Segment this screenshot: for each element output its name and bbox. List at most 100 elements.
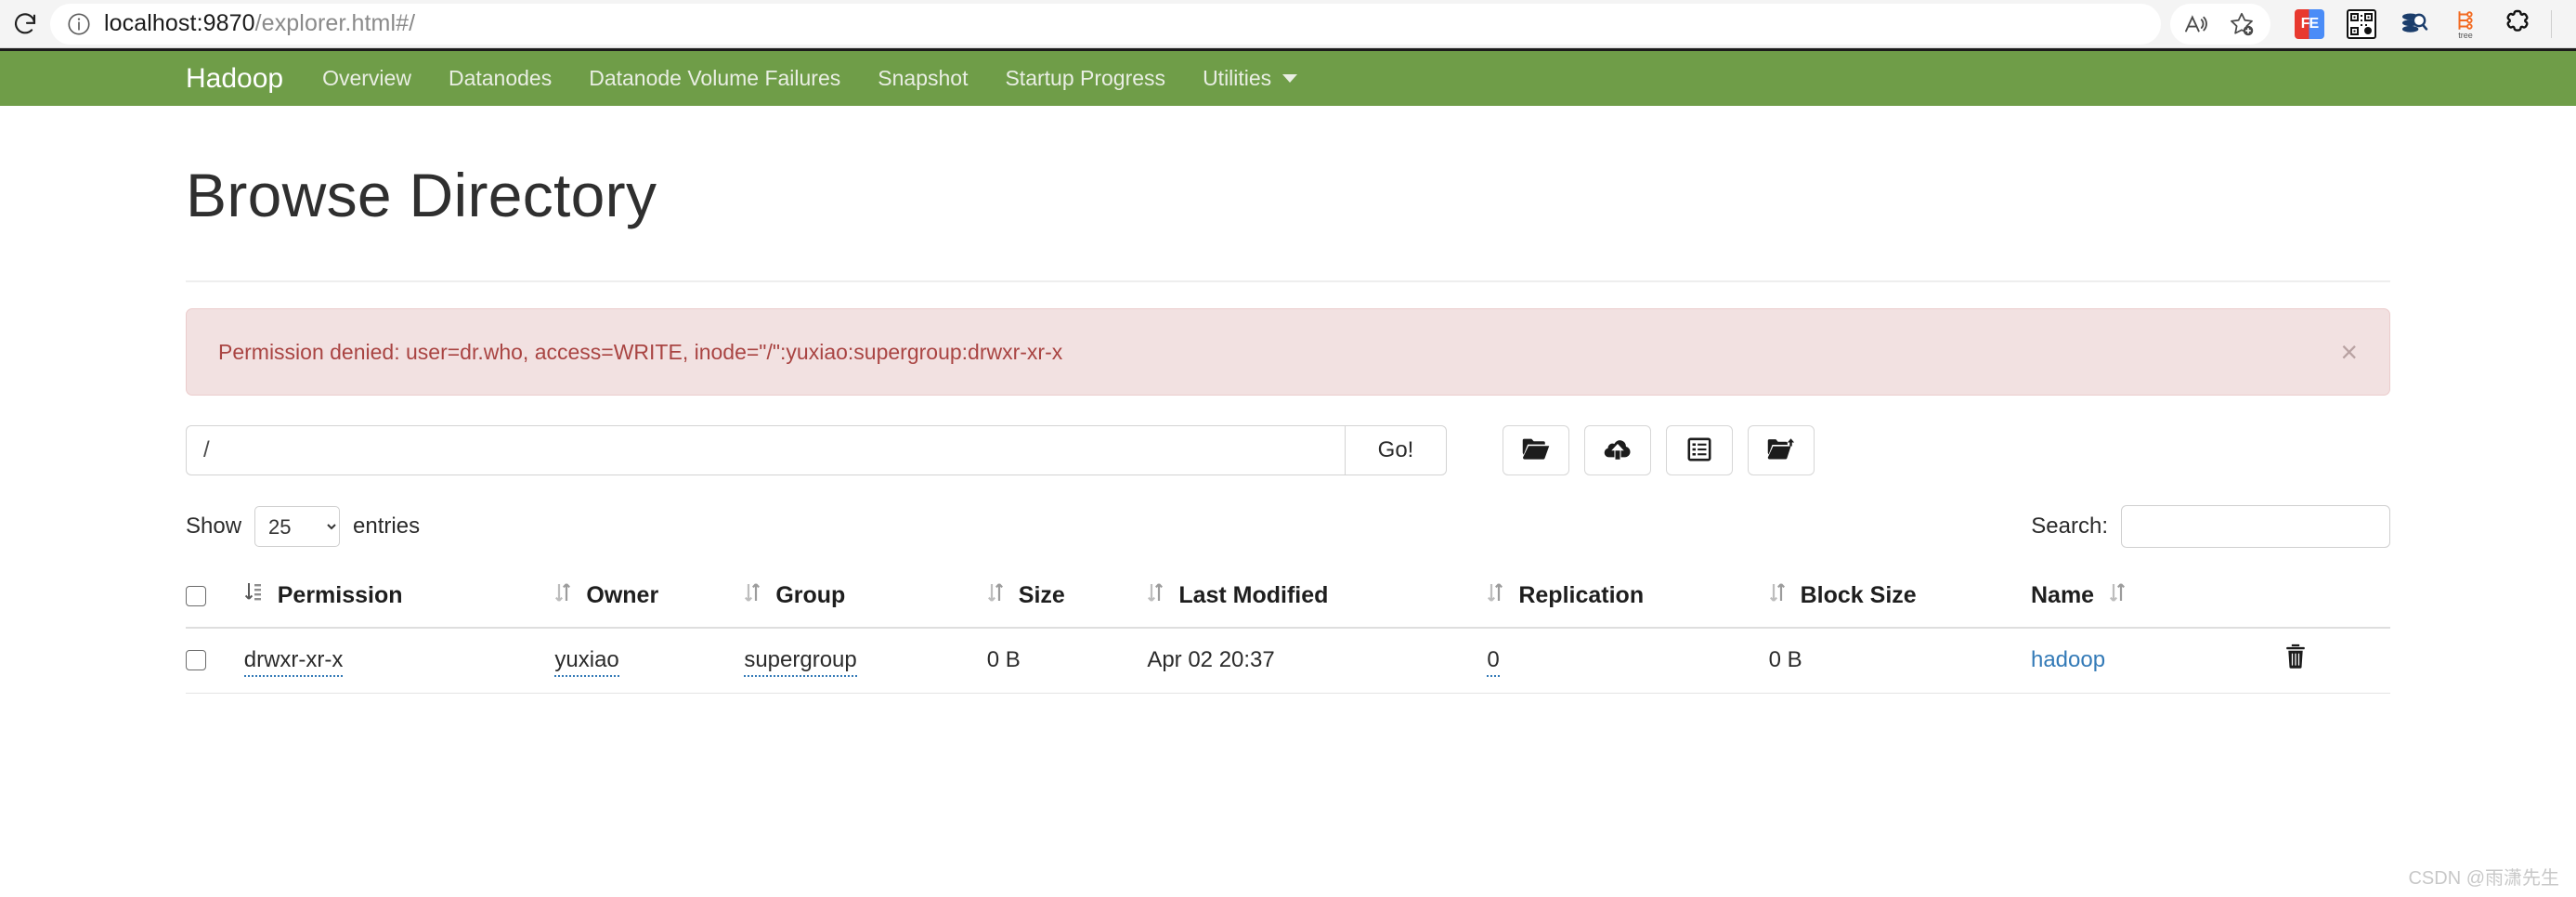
nav-item-startup-progress[interactable]: Startup Progress [1005, 66, 1165, 91]
show-entries-control: Show 2550100 entries [186, 506, 420, 547]
site-info-icon[interactable] [65, 10, 93, 38]
permission-link[interactable]: drwxr-xr-x [243, 646, 344, 677]
cell-select[interactable] [186, 628, 244, 694]
path-bar-row: Go! [186, 425, 2390, 475]
sort-amount-desc-icon [244, 581, 263, 610]
cloud-upload-icon [1604, 437, 1632, 464]
sort-icon [1487, 581, 1503, 610]
row-checkbox[interactable] [186, 650, 206, 671]
th-owner[interactable]: Owner [554, 568, 745, 629]
sort-icon [1769, 581, 1786, 610]
cloud-upload-button[interactable] [1584, 425, 1651, 475]
th-name[interactable]: Name [2030, 568, 2283, 629]
cell-name: hadoop [2030, 628, 2283, 694]
address-bar[interactable]: localhost:9870/explorer.html#/ [50, 3, 2161, 45]
th-group-label: Group [775, 582, 846, 608]
add-favorite-icon[interactable] [2218, 4, 2265, 45]
sort-icon [2109, 581, 2126, 610]
nav-item-datanodes[interactable]: Datanodes [449, 66, 552, 91]
table-row: drwxr-xr-x yuxiao supergroup 0 B Apr 02 … [186, 628, 2390, 694]
browser-toolbar: localhost:9870/explorer.html#/ FE tree [0, 0, 2576, 48]
cell-permission: drwxr-xr-x [243, 628, 555, 694]
delete-row-button[interactable] [2283, 644, 2308, 672]
search-label: Search: [2031, 514, 2108, 539]
page-title: Browse Directory [186, 161, 657, 229]
sort-icon [744, 581, 761, 610]
cell-delete [2283, 628, 2390, 694]
open-folder-button[interactable] [1503, 425, 1569, 475]
cell-group: supergroup [744, 628, 987, 694]
main-container: Browse Directory Permission denied: user… [186, 160, 2390, 694]
sort-icon [1147, 581, 1164, 610]
nav-item-utilities[interactable]: Utilities [1203, 66, 1298, 91]
tree-extension-icon[interactable]: tree [2441, 4, 2490, 45]
show-label: Show [186, 514, 242, 539]
th-last-modified-label: Last Modified [1178, 582, 1329, 608]
th-block-size[interactable]: Block Size [1768, 568, 2031, 629]
close-icon[interactable]: × [2318, 337, 2358, 367]
cell-size: 0 B [986, 628, 1148, 694]
path-input[interactable] [186, 425, 1345, 475]
cell-owner: yuxiao [554, 628, 745, 694]
replication-link[interactable]: 0 [1487, 646, 1500, 677]
th-block-size-label: Block Size [1800, 582, 1917, 608]
th-permission[interactable]: Permission [243, 568, 555, 629]
search-control: Search: [2031, 505, 2390, 548]
fe-helper-extension-icon[interactable]: FE [2285, 4, 2334, 45]
th-actions [2283, 568, 2390, 629]
directory-table: Permission Owner Group Size Last Modifie… [186, 568, 2390, 694]
toolbar-divider [2551, 9, 2552, 38]
permission-denied-alert: Permission denied: user=dr.who, access=W… [186, 308, 2390, 396]
chevron-down-icon [1282, 74, 1298, 83]
url-host: localhost:9870 [104, 10, 255, 36]
qr-code-glyph [2347, 8, 2376, 39]
qr-code-extension-icon[interactable] [2337, 4, 2386, 45]
url-path: /explorer.html#/ [254, 10, 416, 36]
read-aloud-icon[interactable] [2172, 4, 2218, 45]
title-divider [186, 280, 2390, 282]
file-name-link[interactable]: hadoop [2031, 647, 2105, 672]
cell-block-size: 0 B [1768, 628, 2031, 694]
open-folder-icon [1522, 437, 1550, 464]
entries-label: entries [353, 514, 421, 539]
cell-last-modified: Apr 02 20:37 [1147, 628, 1488, 694]
sort-icon [554, 581, 571, 610]
nav-item-overview[interactable]: Overview [322, 66, 411, 91]
th-size-label: Size [1018, 582, 1065, 608]
url-text: localhost:9870/explorer.html#/ [104, 10, 415, 37]
nav-item-snapshot[interactable]: Snapshot [878, 66, 968, 91]
folder-upload-icon [1767, 437, 1795, 464]
brand-hadoop[interactable]: Hadoop [186, 63, 283, 95]
folder-upload-button[interactable] [1748, 425, 1815, 475]
th-replication[interactable]: Replication [1487, 568, 1769, 629]
tree-extension-label: tree [2458, 30, 2473, 40]
group-link[interactable]: supergroup [744, 646, 857, 677]
search-extension-icon[interactable] [2389, 4, 2438, 45]
th-select-all[interactable] [186, 568, 244, 629]
cell-replication: 0 [1487, 628, 1769, 694]
th-last-modified[interactable]: Last Modified [1147, 568, 1488, 629]
th-size[interactable]: Size [986, 568, 1148, 629]
select-all-checkbox[interactable] [186, 586, 206, 607]
watermark: CSDN @雨潇先生 [2408, 868, 2559, 889]
puzzle-extensions-icon[interactable] [2493, 4, 2542, 45]
search-input[interactable] [2121, 505, 2390, 548]
browser-actions: FE tree [2170, 0, 2559, 48]
th-replication-label: Replication [1518, 582, 1645, 608]
go-button[interactable]: Go! [1345, 425, 1447, 475]
reload-icon[interactable] [0, 0, 50, 48]
th-name-label: Name [2030, 582, 2095, 608]
owner-link[interactable]: yuxiao [554, 646, 619, 677]
sort-icon [987, 581, 1004, 610]
table-controls: Show 2550100 entries Search: [186, 505, 2390, 548]
clipboard-list-button[interactable] [1666, 425, 1733, 475]
entries-select[interactable]: 2550100 [254, 506, 341, 547]
th-group[interactable]: Group [744, 568, 987, 629]
tree-extension-glyph: tree [2453, 8, 2478, 40]
hadoop-navbar: Hadoop Overview Datanodes Datanode Volum… [0, 48, 2576, 106]
browser-actions-pill [2170, 3, 2270, 45]
nav-item-datanode-volume-failures[interactable]: Datanode Volume Failures [589, 66, 840, 91]
alert-message: Permission denied: user=dr.who, access=W… [218, 339, 1063, 364]
path-input-group: Go! [186, 425, 1447, 475]
fe-helper-badge: FE [2295, 8, 2324, 39]
